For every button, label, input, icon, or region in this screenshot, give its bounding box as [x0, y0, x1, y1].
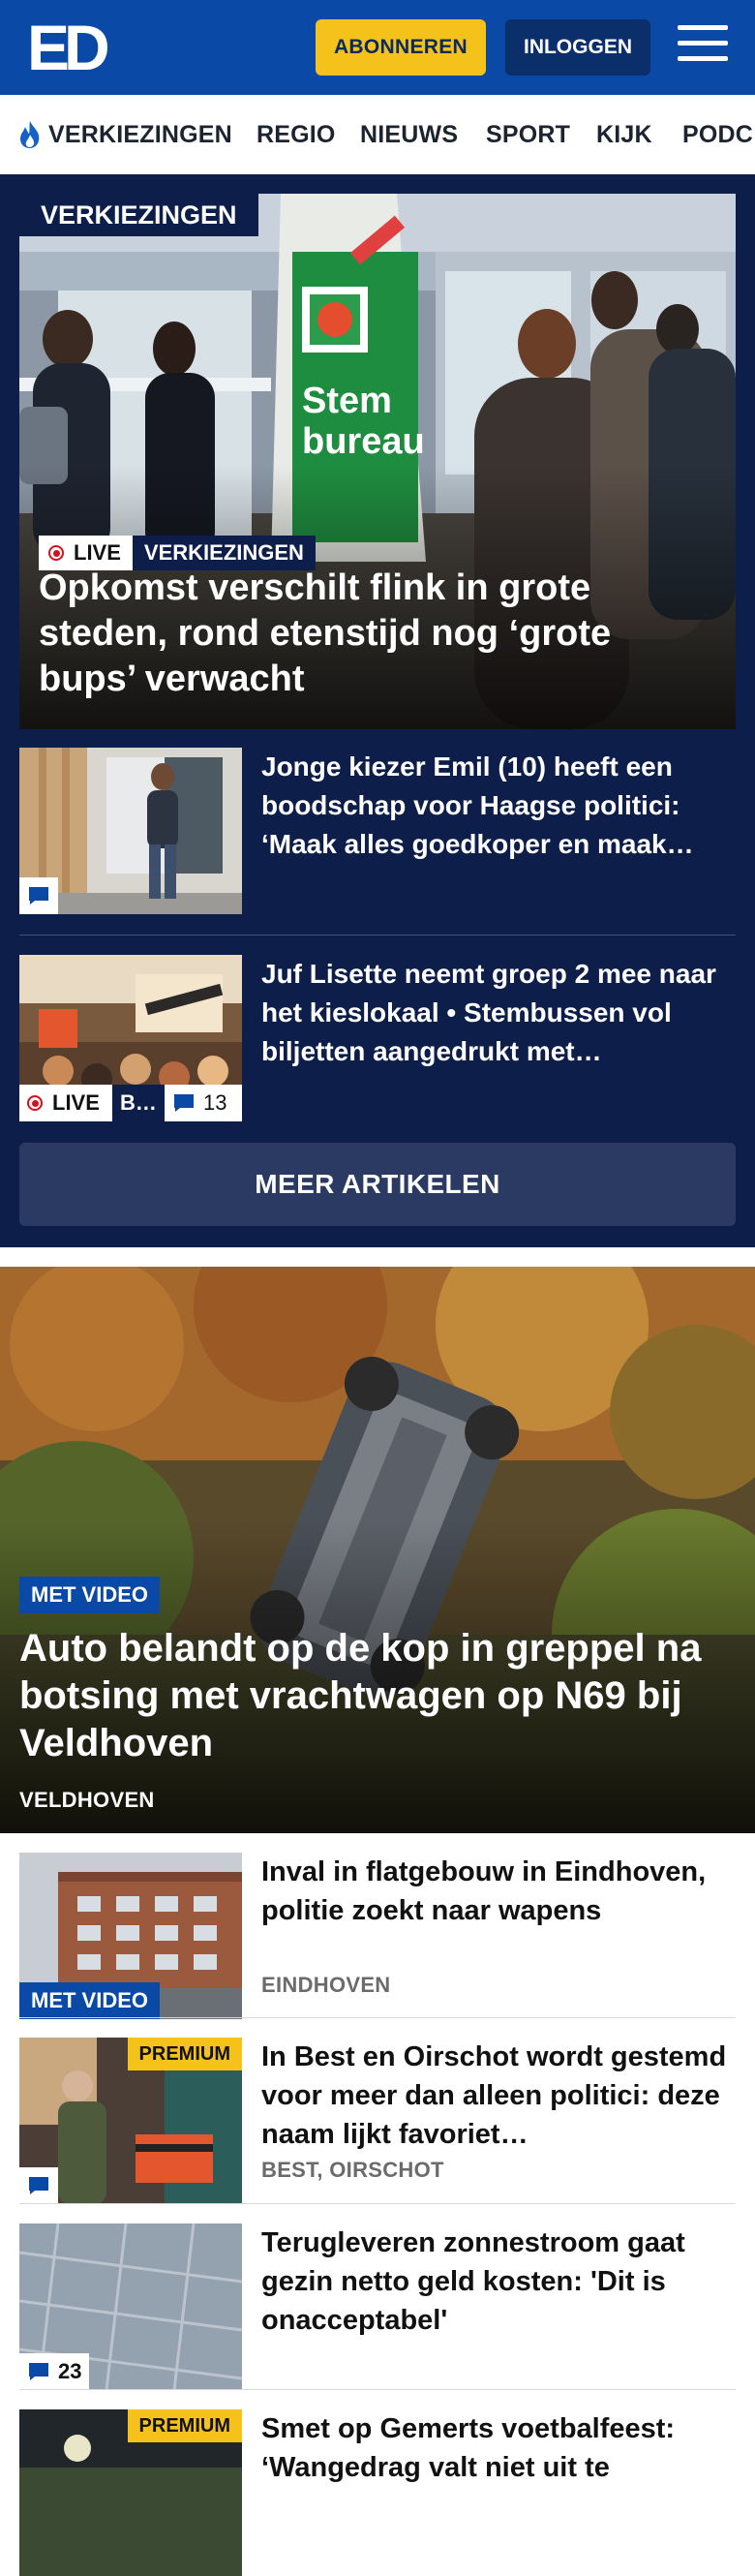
article-title[interactable]: Inval in flatgebouw in Eindhoven, politi… [261, 1853, 736, 1969]
feature-article[interactable]: MET VIDEO Auto belandt op de kop in grep… [0, 1267, 755, 1833]
hero-article[interactable]: Stem bureau VERKIEZINGEN LIVE VERKIEZING… [19, 194, 736, 729]
video-badge: MET VIDEO [19, 1577, 161, 1613]
hamburger-menu-icon[interactable] [678, 25, 728, 70]
list-item[interactable]: MET VIDEO Inval in flatgebouw in Eindhov… [19, 1853, 736, 2019]
article-title[interactable]: In Best en Oirschot wordt gestemd voor m… [261, 2038, 736, 2154]
nav-item-nieuws[interactable]: NIEUWS [360, 95, 458, 174]
nav-item-verkiezingen[interactable]: VERKIEZINGEN [17, 95, 232, 174]
subscribe-button[interactable]: ABONNEREN [316, 19, 486, 76]
live-badge: LIVE [19, 1085, 112, 1121]
live-dot-icon [48, 545, 64, 561]
nav-label: VERKIEZINGEN [48, 120, 232, 148]
article-thumbnail: PREMIUM [19, 2038, 242, 2204]
section-nav: VERKIEZINGEN REGIO NIEUWS SPORT KIJK POD… [0, 95, 755, 174]
article-title[interactable]: Jonge kiezer Emil (10) heeft een boodsch… [261, 748, 736, 864]
article-thumbnail [19, 748, 242, 914]
article-thumbnail: LIVE B… 13 [19, 955, 242, 1121]
article-title[interactable]: Terugleveren zonnestroom gaat gezin nett… [261, 2223, 736, 2340]
comment-icon [29, 887, 48, 905]
article-thumbnail: 23 [19, 2223, 242, 2390]
article-location: EINDHOVEN [261, 1973, 391, 1997]
elections-article[interactable]: Jonge kiezer Emil (10) heeft een boodsch… [19, 748, 736, 914]
live-dot-icon [27, 1095, 43, 1111]
comment-icon [174, 1094, 194, 1112]
section-label: VERKIEZINGEN [19, 194, 258, 236]
article-title[interactable]: Juf Lisette neemt groep 2 mee naar het k… [261, 955, 736, 1071]
article-thumbnail: MET VIDEO [19, 1853, 242, 2019]
flame-icon [20, 121, 40, 148]
feature-title[interactable]: Auto belandt op de kop in greppel na bot… [19, 1625, 736, 1767]
premium-badge: PREMIUM [127, 2038, 242, 2070]
article-thumbnail: PREMIUM [19, 2409, 242, 2576]
top-bar: ED ABONNEREN INLOGGEN [0, 0, 755, 95]
more-articles-button[interactable]: MEER ARTIKELEN [19, 1143, 736, 1226]
live-label: LIVE [74, 540, 121, 565]
comment-icon [29, 2177, 48, 2194]
nav-item-sport[interactable]: SPORT [486, 95, 570, 174]
nav-item-regio[interactable]: REGIO [257, 95, 336, 174]
comment-chip[interactable]: 13 [165, 1085, 242, 1121]
comment-chip[interactable]: 23 [19, 2353, 90, 2390]
list-item[interactable]: 23 Terugleveren zonnestroom gaat gezin n… [19, 2223, 736, 2390]
category-badge: B… [112, 1085, 165, 1121]
live-label: LIVE [52, 1090, 100, 1115]
hero-title[interactable]: Opkomst verschilt flink in grote steden,… [39, 566, 716, 702]
comment-chip[interactable] [19, 2167, 58, 2204]
comment-chip[interactable] [19, 877, 58, 914]
elections-article[interactable]: LIVE B… 13 Juf Lisette neemt groep 2 mee… [19, 955, 736, 1121]
svg-text:bureau: bureau [302, 421, 425, 462]
article-title[interactable]: Smet op Gemerts voetbalfeest: ‘Wangedrag… [261, 2409, 736, 2526]
comment-icon [29, 2363, 48, 2380]
comment-count: 23 [58, 2359, 82, 2383]
elections-section: Stem bureau VERKIEZINGEN LIVE VERKIEZING… [0, 174, 755, 1247]
comment-count: 13 [203, 1090, 227, 1115]
article-location: BEST, OIRSCHOT [261, 2158, 444, 2182]
login-button[interactable]: INLOGGEN [505, 19, 650, 76]
svg-text:Stem: Stem [302, 381, 392, 421]
logo-ed[interactable]: ED [27, 17, 112, 76]
nav-item-kijk[interactable]: KIJK [596, 95, 652, 174]
premium-badge: PREMIUM [127, 2409, 242, 2442]
divider [19, 2389, 736, 2390]
svg-text:ED: ED [27, 17, 107, 76]
list-item[interactable]: PREMIUM Smet op Gemerts voetbalfeest: ‘W… [19, 2409, 736, 2576]
divider [19, 2203, 736, 2204]
divider [19, 2017, 736, 2018]
nav-item-podcast[interactable]: PODC [682, 95, 753, 174]
feature-location: VELDHOVEN [19, 1788, 155, 1812]
list-item[interactable]: PREMIUM In Best en Oirschot wordt gestem… [19, 2038, 736, 2204]
video-badge: MET VIDEO [19, 1982, 161, 2019]
